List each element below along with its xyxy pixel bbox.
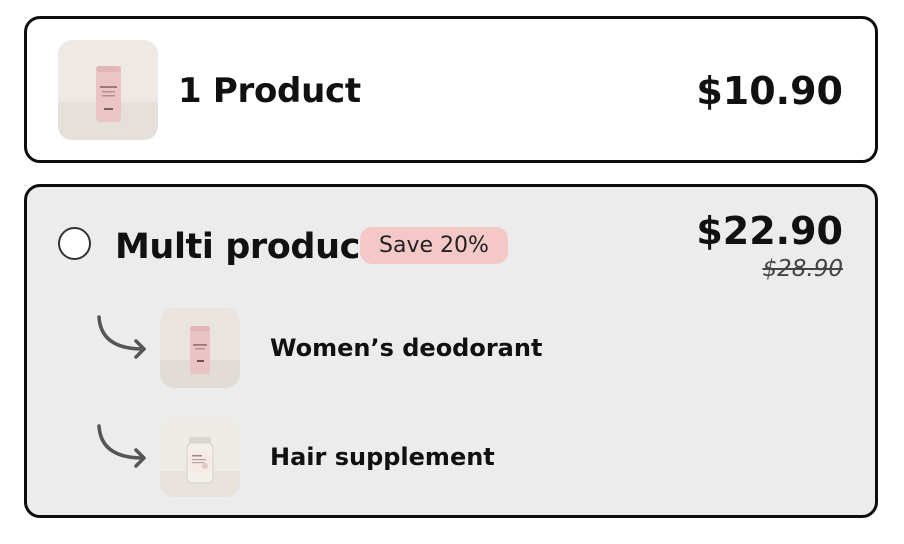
curved-arrow-icon [93, 424, 153, 474]
option-title: Multi product [115, 227, 377, 267]
curved-arrow-icon [93, 315, 153, 365]
option-price: $22.90 [696, 209, 843, 253]
supplement-product-image [160, 417, 240, 497]
discount-badge: Save 20% [360, 227, 508, 264]
multi-product-option[interactable]: Multi product Save 20% $22.90 $28.90 Wom… [24, 184, 878, 518]
option-price: $10.90 [696, 69, 843, 113]
item-label: Hair supplement [270, 443, 495, 471]
deodorant-product-image [160, 308, 240, 388]
single-product-option[interactable]: 1 Product $10.90 [24, 16, 878, 163]
option-title: 1 Product [178, 71, 361, 111]
radio-button[interactable] [58, 227, 91, 260]
deodorant-product-image [58, 40, 158, 140]
item-label: Women’s deodorant [270, 334, 543, 362]
original-price: $28.90 [762, 256, 843, 282]
